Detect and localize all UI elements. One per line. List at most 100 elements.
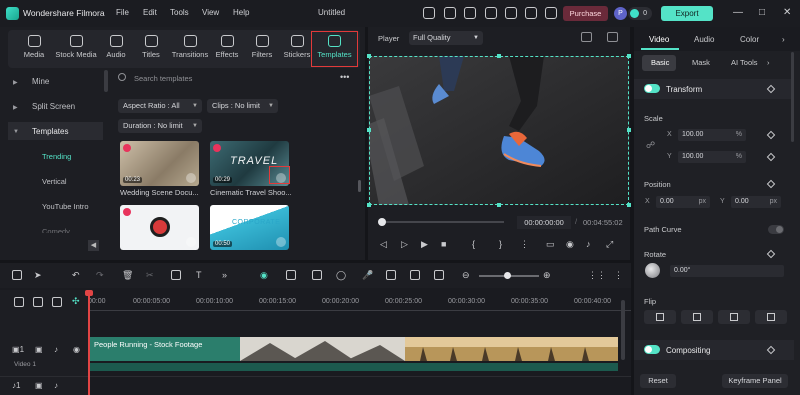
tab-stock-media[interactable]: Stock Media: [53, 34, 99, 66]
position-y-field[interactable]: 0.00 px: [731, 196, 781, 208]
sidebar-item-youtube-intro[interactable]: YouTube Intro: [42, 202, 89, 211]
cloud-icon[interactable]: [485, 7, 497, 19]
search-input[interactable]: [134, 72, 334, 84]
camera-icon[interactable]: ◉: [566, 239, 574, 250]
playhead-handle[interactable]: [85, 290, 93, 296]
tab-video[interactable]: Video: [649, 35, 669, 44]
volume-icon[interactable]: ♪: [586, 239, 591, 249]
menu-file[interactable]: File: [116, 8, 129, 17]
menu-help[interactable]: Help: [233, 8, 249, 17]
template-grid-scrollbar[interactable]: [358, 180, 361, 192]
grid-menu-icon[interactable]: ⋮⋮: [588, 270, 606, 281]
resize-handle[interactable]: [627, 54, 631, 58]
add-track-icon[interactable]: [14, 297, 24, 307]
more-tools-icon[interactable]: »: [222, 270, 227, 280]
more-options-icon[interactable]: ⋮: [614, 270, 623, 281]
monitor-icon[interactable]: [464, 7, 476, 19]
delete-icon[interactable]: 🗑: [122, 270, 133, 281]
undo-icon[interactable]: ↶: [72, 270, 80, 281]
tab-audio[interactable]: Audio: [694, 35, 714, 44]
select-tool-icon[interactable]: ➤: [34, 270, 42, 281]
zoom-out-icon[interactable]: ⊖: [462, 270, 470, 281]
purchase-button[interactable]: Purchase: [563, 6, 608, 21]
rotate-left-button[interactable]: [718, 310, 750, 324]
headset-icon[interactable]: [505, 7, 517, 19]
stop-icon[interactable]: ■: [441, 239, 446, 249]
flip-vertical-button[interactable]: [644, 310, 676, 324]
rotate-dial[interactable]: [645, 263, 660, 278]
more-options-icon[interactable]: •••: [340, 72, 349, 82]
grid-icon[interactable]: [525, 7, 537, 19]
sidebar-item-trending[interactable]: Trending: [42, 152, 71, 161]
voiceover-icon[interactable]: [386, 270, 396, 280]
tab-media[interactable]: Media: [13, 34, 55, 66]
rotate-field[interactable]: 0.00°: [670, 265, 784, 277]
sidebar-item-comedy[interactable]: Comedy: [42, 227, 70, 233]
timeline-scrollbar[interactable]: [621, 300, 625, 360]
resize-handle[interactable]: [367, 54, 371, 58]
subtab-mask[interactable]: Mask: [692, 58, 710, 67]
expand-arrow-icon[interactable]: ▶: [13, 79, 18, 86]
menu-edit[interactable]: Edit: [143, 8, 157, 17]
download-icon[interactable]: [186, 173, 196, 183]
volume-icon[interactable]: ♪: [54, 381, 58, 390]
microphone-icon[interactable]: 🎤: [362, 270, 373, 281]
display-icon[interactable]: ▭: [546, 239, 555, 250]
quality-dropdown[interactable]: Full Quality ▼: [409, 31, 483, 45]
resize-handle[interactable]: [367, 203, 371, 207]
download-icon[interactable]: [186, 237, 196, 247]
auto-highlight-icon[interactable]: ◉: [260, 270, 268, 281]
previous-frame-icon[interactable]: ◁: [380, 239, 387, 250]
chevron-right-icon[interactable]: ›: [767, 58, 770, 67]
compositing-toggle[interactable]: [644, 345, 660, 354]
scale-y-field[interactable]: 100.00%: [678, 151, 746, 163]
image-snapshot-icon[interactable]: [607, 32, 618, 42]
playback-scrubber[interactable]: [378, 218, 386, 226]
sidebar-item-split-screen[interactable]: Split Screen: [32, 102, 75, 111]
rotate-right-button[interactable]: [755, 310, 787, 324]
step-forward-icon[interactable]: ▷: [401, 239, 408, 250]
position-x-field[interactable]: 0.00 px: [656, 196, 710, 208]
play-icon[interactable]: ▶: [421, 239, 428, 250]
sidebar-scrollbar[interactable]: [104, 70, 108, 92]
tab-titles[interactable]: Titles: [130, 34, 172, 66]
sidebar-item-mine[interactable]: Mine: [32, 77, 49, 86]
flip-horizontal-button[interactable]: [681, 310, 713, 324]
properties-scrollbar[interactable]: [791, 52, 794, 142]
reset-button[interactable]: Reset: [640, 374, 676, 388]
avatar[interactable]: P: [614, 7, 627, 20]
expand-arrow-icon[interactable]: ▼: [13, 129, 19, 135]
template-card-thumbnail[interactable]: CORPORATE 00:50: [210, 205, 289, 250]
fullscreen-icon[interactable]: ⤢: [606, 239, 613, 250]
clip-audio-waveform[interactable]: [90, 363, 618, 371]
aspect-ratio-dropdown[interactable]: Aspect Ratio : All ▼: [118, 99, 202, 113]
crop-icon[interactable]: [171, 270, 181, 280]
sidebar-item-vertical[interactable]: Vertical: [42, 177, 67, 186]
credits-badge[interactable]: 0: [628, 7, 652, 20]
selection-frame[interactable]: [369, 56, 629, 205]
shield-icon[interactable]: ◯: [336, 270, 346, 281]
playback-progress-bar[interactable]: [380, 221, 504, 223]
close-icon[interactable]: ✕: [783, 7, 791, 18]
subtab-basic[interactable]: Basic: [651, 58, 669, 67]
export-button[interactable]: Export: [661, 6, 713, 21]
volume-icon[interactable]: ♪: [54, 345, 58, 354]
cut-icon[interactable]: ✂: [146, 270, 154, 281]
resize-handle[interactable]: [497, 203, 501, 207]
more-tabs-icon[interactable]: ›: [782, 35, 785, 44]
lock-icon[interactable]: ▣: [35, 381, 43, 390]
redo-icon[interactable]: ↷: [96, 270, 104, 281]
sidebar-item-templates[interactable]: Templates: [32, 127, 68, 136]
menu-view[interactable]: View: [202, 8, 219, 17]
clips-dropdown[interactable]: Clips : No limit ▼: [207, 99, 278, 113]
transform-toggle[interactable]: [644, 84, 660, 93]
lock-icon[interactable]: ▣: [35, 345, 43, 354]
more-options-icon[interactable]: ⋮: [520, 239, 529, 250]
keyframe-panel-button[interactable]: Keyframe Panel: [722, 374, 788, 388]
zoom-in-icon[interactable]: ⊕: [543, 270, 551, 281]
duration-dropdown[interactable]: Duration : No limit ▼: [118, 119, 202, 133]
scale-x-field[interactable]: 100.00%: [678, 129, 746, 141]
playhead[interactable]: [88, 292, 90, 395]
resize-handle[interactable]: [497, 54, 501, 58]
mark-in-icon[interactable]: {: [472, 239, 475, 249]
